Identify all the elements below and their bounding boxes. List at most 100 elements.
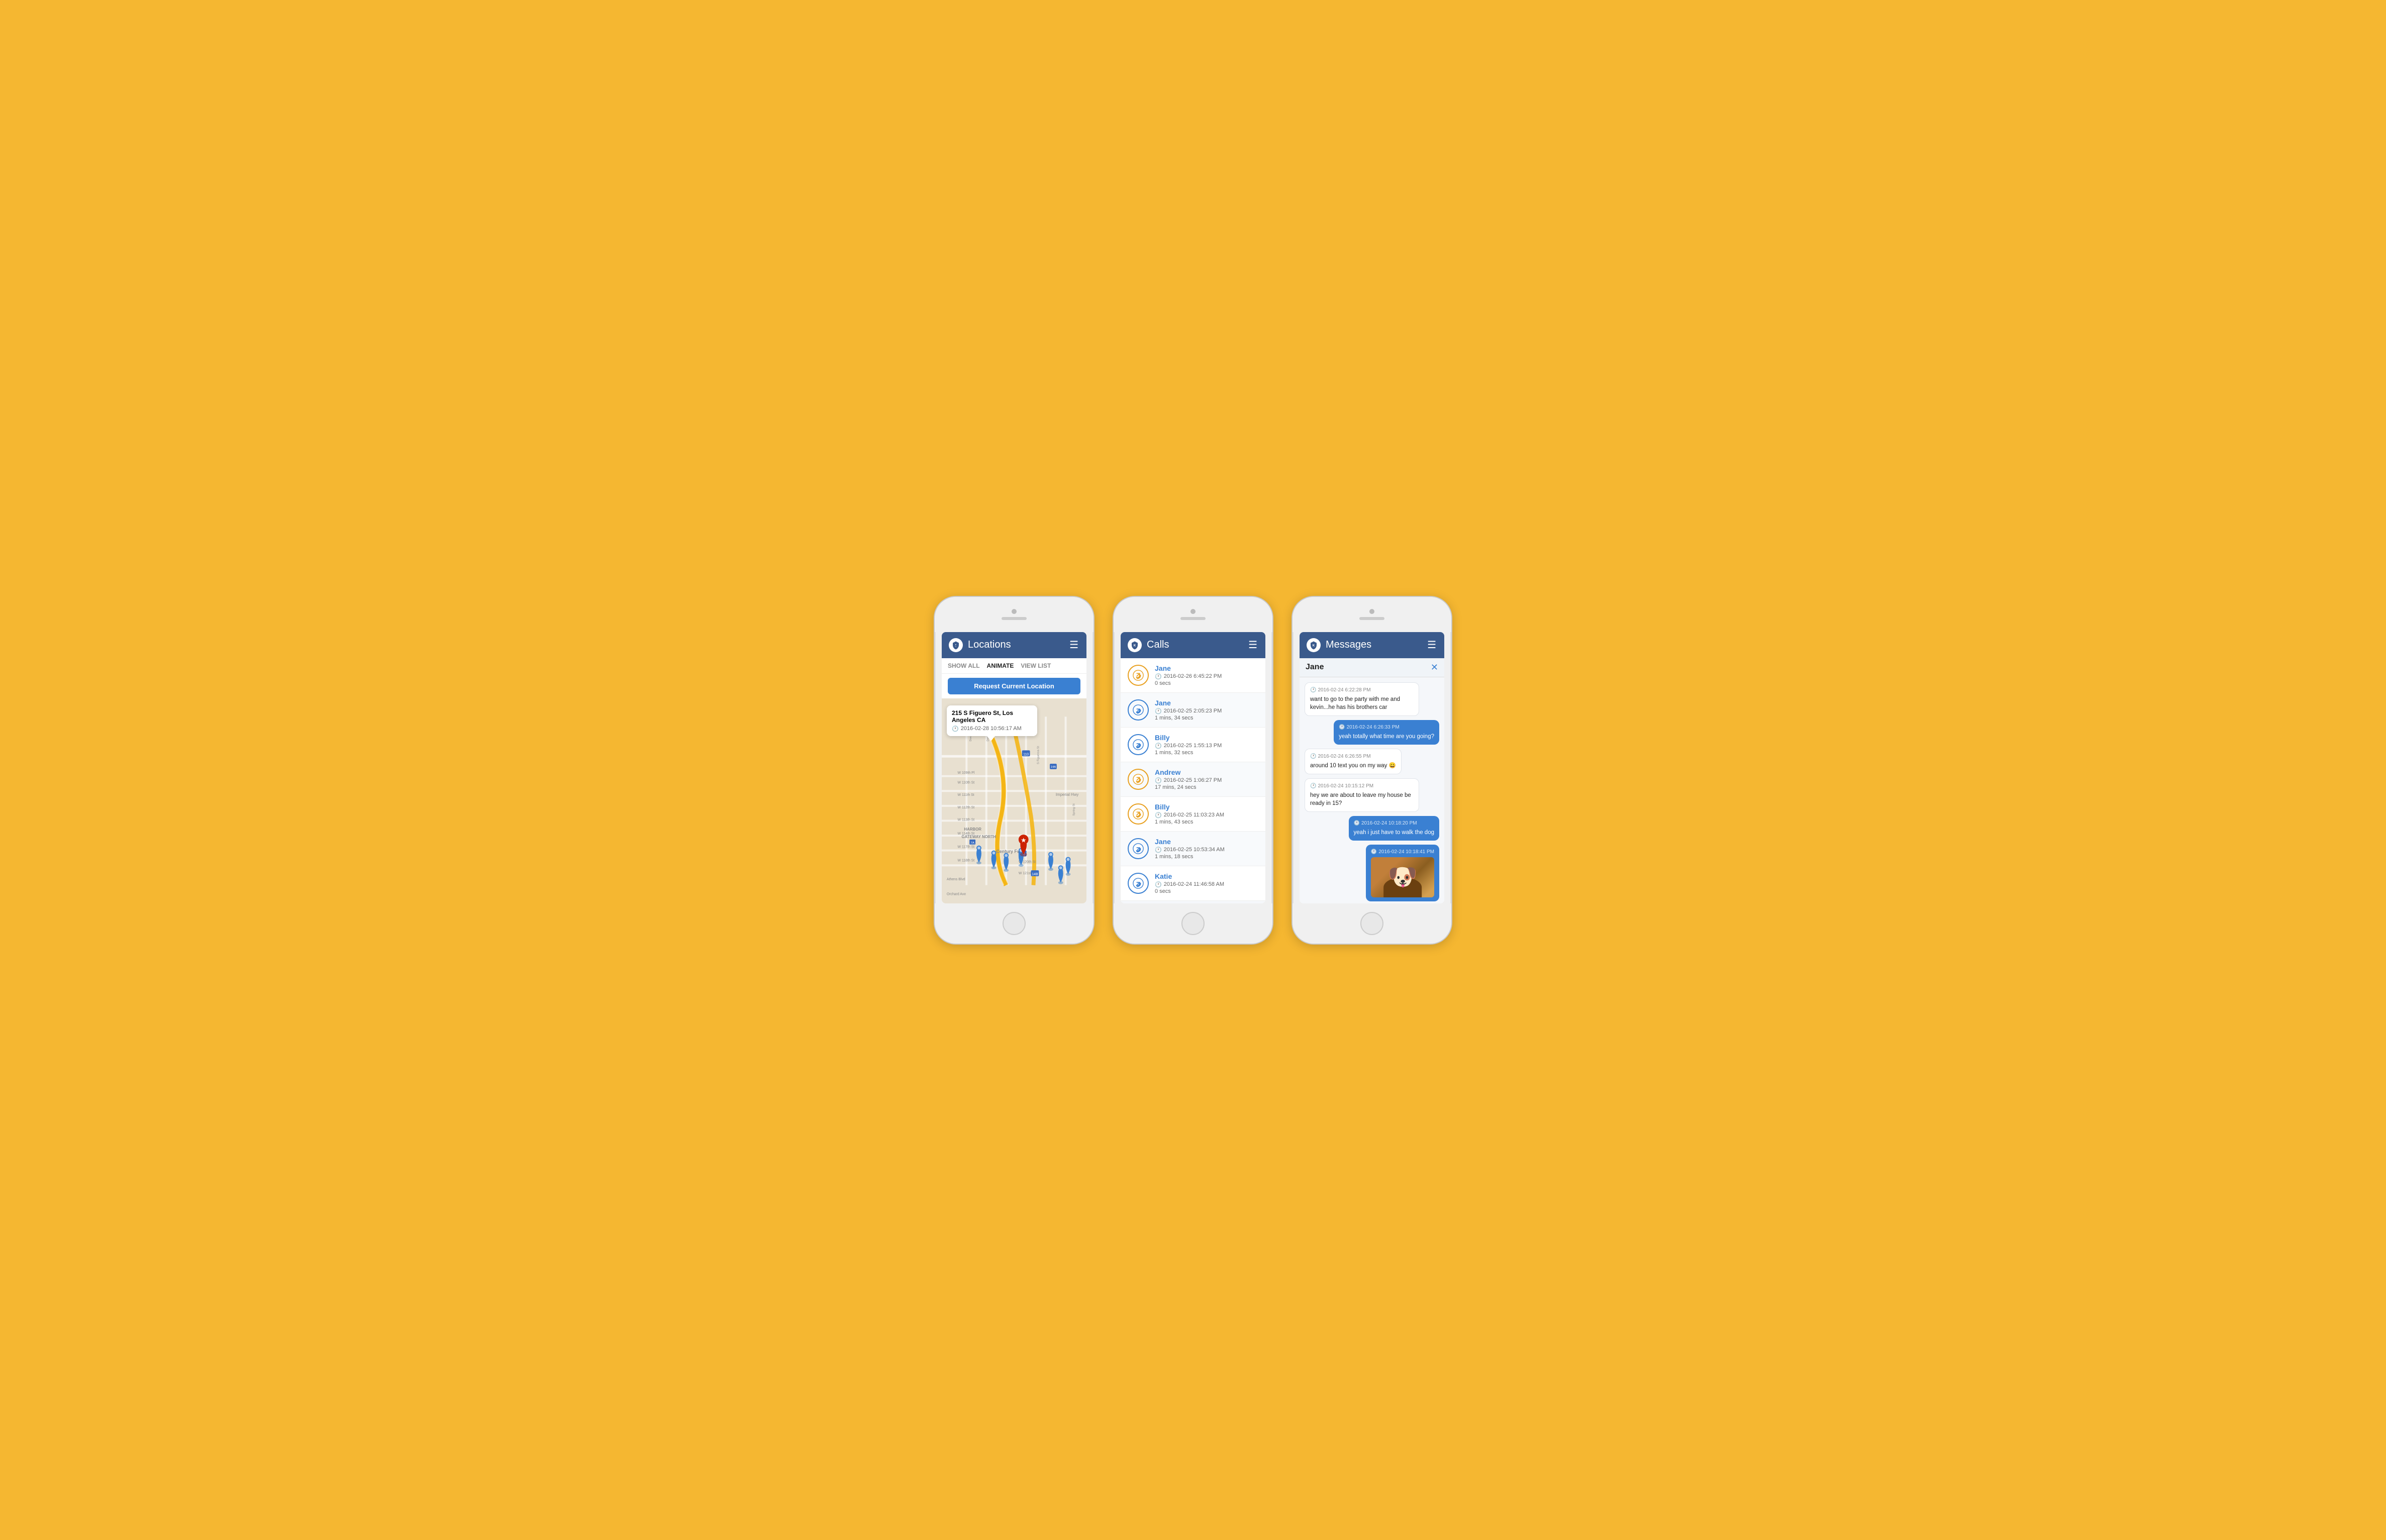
show-all-btn[interactable]: SHOW ALL	[948, 662, 980, 669]
message-bubble-5: 🕐2016-02-24 10:18:20 PM yeah i just have…	[1349, 816, 1439, 841]
svg-text:K: K	[1313, 644, 1315, 647]
home-button-1[interactable]	[1003, 912, 1026, 935]
contact-name: Jane	[1306, 663, 1324, 672]
calls-header: K Calls ☰	[1121, 632, 1265, 658]
view-list-btn[interactable]: VIEW LIST	[1021, 662, 1051, 669]
call-name-5: Billy	[1155, 803, 1258, 811]
svg-text:W 118th St: W 118th St	[958, 859, 975, 862]
svg-text:HARBOR: HARBOR	[964, 827, 981, 832]
hamburger-icon-2[interactable]: ☰	[1248, 639, 1258, 651]
call-info-2: Jane 🕐2016-02-25 2:05:23 PM 1 mins, 34 s…	[1155, 699, 1258, 721]
phone-locations: K Locations ☰ SHOW ALL ANIMATE VIEW LIST…	[934, 596, 1095, 945]
speaker-1	[1002, 617, 1027, 620]
calls-header-left: K Calls	[1128, 638, 1169, 652]
message-bubble-1: 🕐2016-02-24 6:22:28 PM want to go to the…	[1305, 682, 1419, 716]
shield-icon-2: K	[1128, 638, 1142, 652]
message-bubble-2: 🕐2016-02-24 6:26:33 PM yeah totally what…	[1334, 720, 1439, 745]
locations-title: Locations	[968, 639, 1011, 651]
call-icon-incoming-7	[1128, 873, 1149, 894]
svg-text:S Figueroa St: S Figueroa St	[1037, 746, 1040, 764]
svg-text:K: K	[955, 644, 957, 648]
home-button-3[interactable]	[1360, 912, 1383, 935]
shield-icon-3: K	[1307, 638, 1321, 652]
svg-text:W 109th Pl: W 109th Pl	[958, 771, 975, 774]
call-item[interactable]: Billy 🕐2016-02-25 1:55:13 PM 1 mins, 32 …	[1121, 728, 1265, 762]
message-bubble-6: 🕐2016-02-24 10:18:41 PM	[1366, 845, 1439, 901]
messages-header: K Messages ☰	[1300, 632, 1444, 658]
call-time-7: 🕐2016-02-24 11:46:58 AM	[1155, 881, 1258, 888]
call-name-7: Katie	[1155, 872, 1258, 880]
call-time-6: 🕐2016-02-25 10:53:34 AM	[1155, 847, 1258, 853]
svg-text:W 117th St: W 117th St	[958, 845, 975, 849]
call-item[interactable]: Andrew 🕐2016-02-25 1:06:27 PM 17 mins, 2…	[1121, 762, 1265, 797]
camera-3	[1369, 609, 1374, 614]
call-item[interactable]: Billy 🕐2016-02-25 11:03:23 AM 1 mins, 43…	[1121, 797, 1265, 832]
home-button-2[interactable]	[1181, 912, 1205, 935]
msg-time-2: 🕐2016-02-24 6:26:33 PM	[1339, 724, 1434, 731]
msg-text-2: yeah totally what time are you going?	[1339, 733, 1434, 741]
svg-text:7A: 7A	[971, 841, 974, 844]
phone-top-bar-2	[1114, 597, 1272, 632]
messages-header-left: K Messages	[1307, 638, 1371, 652]
call-info-3: Billy 🕐2016-02-25 1:55:13 PM 1 mins, 32 …	[1155, 734, 1258, 756]
call-name-2: Jane	[1155, 699, 1258, 707]
phones-container: K Locations ☰ SHOW ALL ANIMATE VIEW LIST…	[934, 596, 1452, 945]
camera-1	[1012, 609, 1017, 614]
speaker-3	[1359, 617, 1384, 620]
messages-contact-bar: Jane ✕	[1300, 658, 1444, 677]
call-duration-6: 1 mins, 18 secs	[1155, 854, 1258, 860]
call-icon-outgoing-1	[1128, 665, 1149, 686]
hamburger-icon-3[interactable]: ☰	[1427, 639, 1437, 651]
call-time-2: 🕐2016-02-25 2:05:23 PM	[1155, 708, 1258, 714]
phone-bottom-bar-2	[1114, 903, 1272, 944]
call-duration-3: 1 mins, 32 secs	[1155, 750, 1258, 756]
call-item[interactable]: Jane 🕐2016-02-25 10:53:34 AM 1 mins, 18 …	[1121, 832, 1265, 866]
phone-top-bar-3	[1293, 597, 1451, 632]
shield-icon-1: K	[949, 638, 963, 652]
hamburger-icon-1[interactable]: ☰	[1069, 639, 1079, 651]
msg-text-5: yeah i just have to walk the dog	[1354, 829, 1434, 837]
svg-text:Orchard Ave: Orchard Ave	[947, 892, 966, 896]
message-bubble-4: 🕐2016-02-24 10:15:12 PM hey we are about…	[1305, 778, 1419, 812]
speaker-2	[1180, 617, 1206, 620]
msg-time-4: 🕐2016-02-24 10:15:12 PM	[1310, 783, 1414, 790]
calls-title: Calls	[1147, 639, 1169, 651]
svg-text:110: 110	[1023, 753, 1029, 756]
phone-messages: K Messages ☰ Jane ✕ 🕐2016-02-24 6:22:28 …	[1291, 596, 1452, 945]
map-container: W 109th Pl W 110th St W 111th St W 112th…	[942, 698, 1086, 903]
clock-icon-tooltip: 🕐	[952, 726, 959, 732]
call-icon-incoming-3	[1128, 734, 1149, 755]
locations-screen: K Locations ☰ SHOW ALL ANIMATE VIEW LIST…	[942, 632, 1086, 903]
call-info-1: Jane 🕐2016-02-26 6:45:22 PM 0 secs	[1155, 664, 1258, 686]
close-button[interactable]: ✕	[1431, 662, 1438, 673]
request-location-button[interactable]: Request Current Location	[948, 678, 1080, 694]
call-duration-4: 17 mins, 24 secs	[1155, 784, 1258, 790]
map-tooltip: 215 S Figuero St, Los Angeles CA 🕐 2016-…	[947, 705, 1037, 736]
messages-list: 🕐2016-02-24 6:22:28 PM want to go to the…	[1300, 677, 1444, 903]
msg-text-4: hey we are about to leave my house be re…	[1310, 791, 1414, 807]
call-duration-1: 0 secs	[1155, 680, 1258, 686]
locations-toolbar: SHOW ALL ANIMATE VIEW LIST	[942, 658, 1086, 674]
call-info-5: Billy 🕐2016-02-25 11:03:23 AM 1 mins, 43…	[1155, 803, 1258, 825]
call-item[interactable]: Jane 🕐2016-02-26 6:45:22 PM 0 secs	[1121, 658, 1265, 693]
call-name-3: Billy	[1155, 734, 1258, 742]
svg-text:Athens Blvd: Athens Blvd	[947, 877, 965, 881]
message-bubble-3: 🕐2016-02-24 6:26:55 PM around 10 text yo…	[1305, 749, 1402, 774]
call-duration-7: 0 secs	[1155, 888, 1258, 894]
call-item[interactable]: Jane 🕐2016-02-25 2:05:23 PM 1 mins, 34 s…	[1121, 693, 1265, 728]
call-name-4: Andrew	[1155, 768, 1258, 776]
svg-text:W 110th St: W 110th St	[958, 781, 975, 784]
call-item[interactable]: Katie 🕐2016-02-24 11:46:58 AM 0 secs	[1121, 866, 1265, 901]
msg-time-3: 🕐2016-02-24 6:26:55 PM	[1310, 753, 1396, 760]
svg-text:14A: 14A	[1051, 765, 1056, 768]
call-info-7: Katie 🕐2016-02-24 11:46:58 AM 0 secs	[1155, 872, 1258, 894]
msg-time-6: 🕐2016-02-24 10:18:41 PM	[1371, 849, 1434, 856]
svg-text:Imperial Hwy: Imperial Hwy	[1056, 792, 1079, 797]
call-name-1: Jane	[1155, 664, 1258, 672]
msg-text-3: around 10 text you on my way 😀	[1310, 762, 1396, 770]
msg-time-5: 🕐2016-02-24 10:18:20 PM	[1354, 820, 1434, 827]
call-icon-outgoing-4	[1128, 769, 1149, 790]
call-info-6: Jane 🕐2016-02-25 10:53:34 AM 1 mins, 18 …	[1155, 838, 1258, 860]
svg-text:W 113th St: W 113th St	[958, 818, 975, 822]
animate-btn[interactable]: ANIMATE	[987, 662, 1014, 669]
